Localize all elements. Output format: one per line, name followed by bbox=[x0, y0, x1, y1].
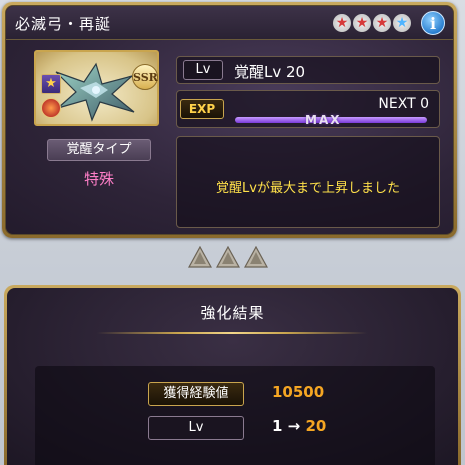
info-icon[interactable]: i bbox=[421, 11, 445, 35]
star-red-icon: ★ bbox=[353, 14, 371, 32]
results-divider bbox=[97, 332, 367, 334]
star-red-icon: ★ bbox=[373, 14, 391, 32]
triangle-icon bbox=[243, 245, 269, 268]
results-title: 強化結果 bbox=[200, 304, 265, 322]
awakening-type-value: 特殊 bbox=[83, 170, 114, 188]
element-star-icon: ★ bbox=[41, 74, 61, 94]
awakening-triangles bbox=[187, 245, 269, 268]
triangle-icon bbox=[187, 245, 213, 268]
star-red-icon: ★ bbox=[333, 14, 351, 32]
ssr-badge: SSR bbox=[132, 64, 158, 90]
level-label: Lv bbox=[148, 416, 244, 440]
level-from: 1 bbox=[272, 417, 283, 435]
results-table: 獲得経験値 10500 Lv 1 → 20 bbox=[35, 366, 435, 465]
star-blue-icon: ★ bbox=[393, 14, 411, 32]
weapon-title-bar: 必滅弓・再誕 ★ ★ ★ ★ i bbox=[6, 6, 453, 40]
message-box: 覚醒Lvが最大まで上昇しました bbox=[176, 136, 440, 228]
rarity-stars: ★ ★ ★ ★ bbox=[333, 14, 411, 32]
exp-tag: EXP bbox=[180, 99, 224, 119]
level-tag: Lv bbox=[183, 60, 223, 80]
level-row: Lv 覚醒Lv 20 bbox=[176, 56, 440, 84]
weapon-name: 必滅弓・再誕 bbox=[15, 15, 112, 33]
exp-max-label: MAX bbox=[305, 113, 342, 127]
awakening-max-message: 覚醒Lvが最大まで上昇しました bbox=[216, 181, 400, 196]
weapon-card: 必滅弓・再誕 ★ ★ ★ ★ i ★ SSR 覚醒タイプ 特殊 Lv 覚醒Lv … bbox=[2, 2, 457, 238]
exp-gained-label: 獲得経験値 bbox=[148, 382, 244, 406]
fire-element-icon bbox=[41, 98, 61, 118]
weapon-card-body: 必滅弓・再誕 ★ ★ ★ ★ i ★ SSR 覚醒タイプ 特殊 Lv 覚醒Lv … bbox=[5, 5, 454, 235]
exp-gained-value: 10500 bbox=[272, 383, 325, 401]
awakening-type-label: 覚醒タイプ bbox=[47, 139, 151, 161]
exp-row: EXP NEXT 0 MAX bbox=[176, 90, 440, 128]
awakening-level-value: 覚醒Lv 20 bbox=[234, 63, 306, 81]
next-exp: NEXT 0 bbox=[378, 96, 429, 112]
triangle-icon bbox=[215, 245, 241, 268]
level-to: 20 bbox=[305, 417, 327, 435]
results-body-bg: 強化結果 獲得経験値 10500 Lv 1 → 20 bbox=[7, 288, 458, 465]
level-arrow: → bbox=[287, 417, 301, 435]
level-change: 1 → 20 bbox=[272, 417, 326, 435]
enhancement-results-panel: 強化結果 獲得経験値 10500 Lv 1 → 20 bbox=[4, 285, 461, 465]
